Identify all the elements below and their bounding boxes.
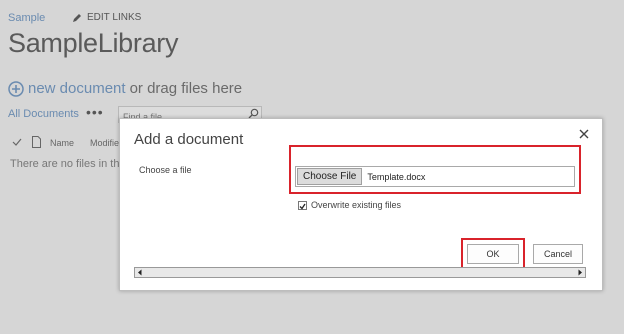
choose-file-label: Choose a file (139, 165, 192, 175)
scroll-right-arrow-icon[interactable] (575, 268, 585, 277)
document-type-icon (32, 136, 41, 148)
dialog-title: Add a document (134, 131, 244, 148)
cancel-button[interactable]: Cancel (533, 244, 583, 264)
file-input[interactable]: Choose File Template.docx (295, 166, 575, 187)
overwrite-checkbox[interactable] (298, 200, 307, 210)
column-header-name[interactable]: Name (50, 138, 74, 148)
new-document-link[interactable]: new document (28, 80, 126, 97)
scroll-left-arrow-icon[interactable] (135, 268, 145, 277)
overwrite-option[interactable]: Overwrite existing files (298, 200, 401, 210)
overwrite-label: Overwrite existing files (311, 200, 402, 210)
more-views-button[interactable]: ••• (86, 104, 104, 120)
edit-links-button[interactable]: EDIT LINKS (72, 12, 141, 23)
breadcrumb-site-link[interactable]: Sample (8, 12, 45, 24)
plus-circle-icon[interactable] (8, 80, 24, 97)
close-icon[interactable] (579, 129, 589, 139)
pencil-icon (73, 13, 81, 22)
sharepoint-page: Sample EDIT LINKS SampleLibrary new docu… (0, 0, 624, 334)
add-document-dialog: Add a document Choose a file Choose File… (119, 118, 603, 291)
edit-links-label: EDIT LINKS (87, 12, 142, 23)
new-document-area: new document or drag files here (8, 80, 242, 97)
ok-button[interactable]: OK (467, 244, 519, 264)
checkmark-icon (299, 203, 306, 210)
choose-file-button[interactable]: Choose File (297, 168, 363, 185)
view-all-documents[interactable]: All Documents (8, 108, 79, 120)
select-all-check-icon[interactable] (12, 137, 22, 147)
horizontal-scrollbar[interactable] (134, 267, 586, 278)
page-title: SampleLibrary (8, 28, 179, 58)
column-header-modified[interactable]: Modifie (90, 138, 119, 148)
selected-file-name: Template.docx (367, 171, 426, 182)
empty-list-message: There are no files in th (10, 158, 120, 170)
drag-files-hint: or drag files here (129, 80, 243, 97)
